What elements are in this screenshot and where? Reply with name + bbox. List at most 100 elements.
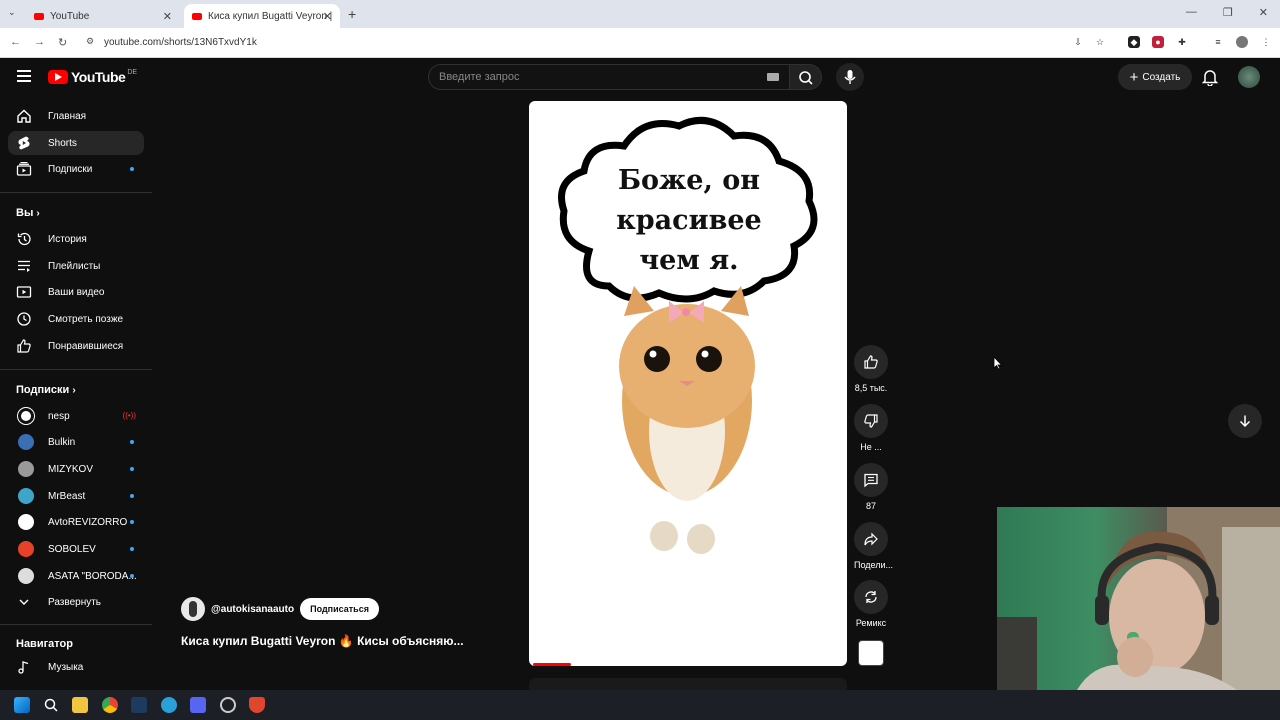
- discord-icon[interactable]: [190, 697, 206, 713]
- remix-action: Ремикс: [854, 580, 888, 628]
- sidebar-channel-sobolev[interactable]: SOBOLEV: [8, 537, 144, 561]
- browser-tab-youtube[interactable]: YouTube ✕: [26, 4, 180, 28]
- windows-start-icon[interactable]: [14, 697, 30, 713]
- sidebar-channel-bulkin[interactable]: Bulkin: [8, 430, 144, 454]
- sidebar-divider: [0, 369, 152, 370]
- tab-close-icon[interactable]: ✕: [163, 10, 172, 23]
- sidebar-item-history[interactable]: История: [8, 227, 144, 251]
- short-video-player[interactable]: Боже, он красивее чем я.: [529, 101, 847, 666]
- heading-label: Вы: [16, 207, 34, 219]
- short-title[interactable]: Киса купил Bugatti Veyron 🔥 Кисы объясня…: [181, 634, 464, 648]
- subscriptions-icon: [16, 161, 32, 177]
- subscribe-button[interactable]: Подписаться: [300, 598, 379, 620]
- url-field[interactable]: youtube.com/shorts/13N6TxvdY1k: [104, 37, 257, 48]
- new-content-dot: [130, 494, 134, 498]
- obs-icon[interactable]: [220, 697, 236, 713]
- sidebar-navigator-heading: Навигатор: [16, 638, 73, 650]
- telegram-icon[interactable]: [161, 697, 177, 713]
- channel-name: SOBOLEV: [48, 543, 96, 555]
- sidebar-item-home[interactable]: Главная: [8, 104, 144, 128]
- maximize-button[interactable]: ❐: [1223, 6, 1233, 19]
- dislike-button[interactable]: [854, 404, 888, 438]
- minimize-button[interactable]: —: [1186, 6, 1197, 19]
- chevron-right-icon: ›: [36, 208, 40, 219]
- browser-tab-short[interactable]: Киса купил Bugatti Veyron | ✕: [184, 4, 340, 28]
- channel-avatar: [18, 568, 34, 584]
- back-icon[interactable]: ←: [10, 36, 21, 48]
- chevron-right-icon: ›: [72, 385, 76, 396]
- sidebar-item-your-videos[interactable]: Ваши видео: [8, 280, 144, 304]
- share-label: Подели...: [854, 560, 894, 570]
- sidebar-subscriptions-heading[interactable]: Подписки ›: [16, 384, 76, 396]
- video-progress-bar[interactable]: [533, 663, 571, 666]
- bubble-line: Боже, он: [617, 165, 761, 196]
- remix-button[interactable]: [854, 580, 888, 614]
- sidebar-you-heading[interactable]: Вы ›: [16, 207, 40, 219]
- ublock-icon[interactable]: ●: [1152, 36, 1164, 48]
- channel-name[interactable]: @autokisanaauto: [211, 604, 294, 615]
- like-button[interactable]: [854, 345, 888, 379]
- thumbs-down-icon: [864, 414, 878, 428]
- sidebar-item-shorts[interactable]: Shorts: [8, 131, 144, 155]
- search-box[interactable]: [428, 64, 790, 90]
- site-info-icon[interactable]: ⚙: [86, 36, 94, 47]
- mouse-cursor-icon: [993, 356, 1003, 370]
- menu-dots-icon[interactable]: ⋮: [1260, 36, 1272, 48]
- sidebar-channel-nesp[interactable]: nesp ((•)): [8, 404, 144, 428]
- sidebar-item-music[interactable]: Музыка: [8, 655, 144, 679]
- sidebar-item-watch-later[interactable]: Смотреть позже: [8, 307, 144, 331]
- sidebar-item-label: Смотреть позже: [48, 313, 124, 325]
- install-icon[interactable]: ⇩: [1072, 36, 1084, 48]
- voice-search-button[interactable]: [836, 63, 864, 91]
- sidebar-item-playlists[interactable]: Плейлисты: [8, 254, 144, 278]
- extensions-puzzle-icon[interactable]: ✚: [1176, 36, 1188, 48]
- chrome-icon[interactable]: [102, 697, 118, 713]
- close-window-button[interactable]: ✕: [1259, 6, 1268, 19]
- sidebar-item-label: Ваши видео: [48, 286, 105, 298]
- menu-icon[interactable]: [17, 70, 31, 82]
- youtube-logo[interactable]: YouTube DE: [48, 69, 137, 85]
- sidebar-item-label: Главная: [48, 110, 87, 122]
- channel-avatar[interactable]: [181, 597, 205, 621]
- search-input[interactable]: [429, 65, 729, 89]
- sidebar-channel-avtorevizorro[interactable]: AvtoREVIZORRO: [8, 510, 144, 534]
- share-button[interactable]: [854, 522, 888, 556]
- create-button[interactable]: + Создать: [1118, 64, 1192, 90]
- next-short-preview[interactable]: [529, 678, 847, 690]
- steam-icon[interactable]: [131, 697, 147, 713]
- sidebar-channel-asata[interactable]: ASATA "BORODA...: [8, 564, 144, 588]
- keyboard-icon[interactable]: [767, 73, 779, 81]
- profile-icon[interactable]: [1236, 36, 1248, 48]
- account-avatar[interactable]: [1238, 66, 1260, 88]
- channel-avatar: [18, 514, 34, 530]
- new-tab-button[interactable]: +: [348, 6, 356, 22]
- comments-button[interactable]: [854, 463, 888, 497]
- youtube-favicon-icon: [34, 12, 44, 20]
- tab-search-icon[interactable]: ⌄: [8, 7, 16, 18]
- sidebar-channel-mizykov[interactable]: MIZYKOV: [8, 457, 144, 481]
- file-explorer-icon[interactable]: [72, 697, 88, 713]
- create-label: Создать: [1142, 71, 1181, 83]
- bubble-line: красивее: [616, 205, 762, 236]
- tab-close-icon[interactable]: ✕: [323, 10, 332, 23]
- sidebar-expand-button[interactable]: Развернуть: [8, 590, 144, 614]
- sound-thumbnail[interactable]: [858, 640, 884, 666]
- reading-list-icon[interactable]: ≡: [1212, 36, 1224, 48]
- reload-icon[interactable]: ↻: [58, 36, 67, 49]
- sidebar-item-subscriptions[interactable]: Подписки: [8, 157, 144, 181]
- extension-icon[interactable]: ◆: [1128, 36, 1140, 48]
- taskbar-search-icon[interactable]: [43, 697, 59, 713]
- tab-title: Киса купил Bugatti Veyron |: [208, 10, 333, 22]
- bookmark-star-icon[interactable]: ☆: [1094, 36, 1106, 48]
- channel-name: nesp: [48, 410, 70, 422]
- sidebar-item-liked[interactable]: Понравившиеся: [8, 334, 144, 358]
- sidebar-item-label: История: [48, 233, 87, 245]
- notifications-bell-icon[interactable]: [1201, 68, 1219, 87]
- sidebar-item-label: Развернуть: [48, 596, 102, 608]
- sidebar-item-label: Подписки: [48, 163, 93, 175]
- sidebar-channel-mrbeast[interactable]: MrBeast: [8, 484, 144, 508]
- next-short-button[interactable]: [1228, 404, 1262, 438]
- forward-icon[interactable]: →: [34, 36, 45, 48]
- shield-app-icon[interactable]: [249, 697, 265, 713]
- search-button[interactable]: [790, 64, 822, 90]
